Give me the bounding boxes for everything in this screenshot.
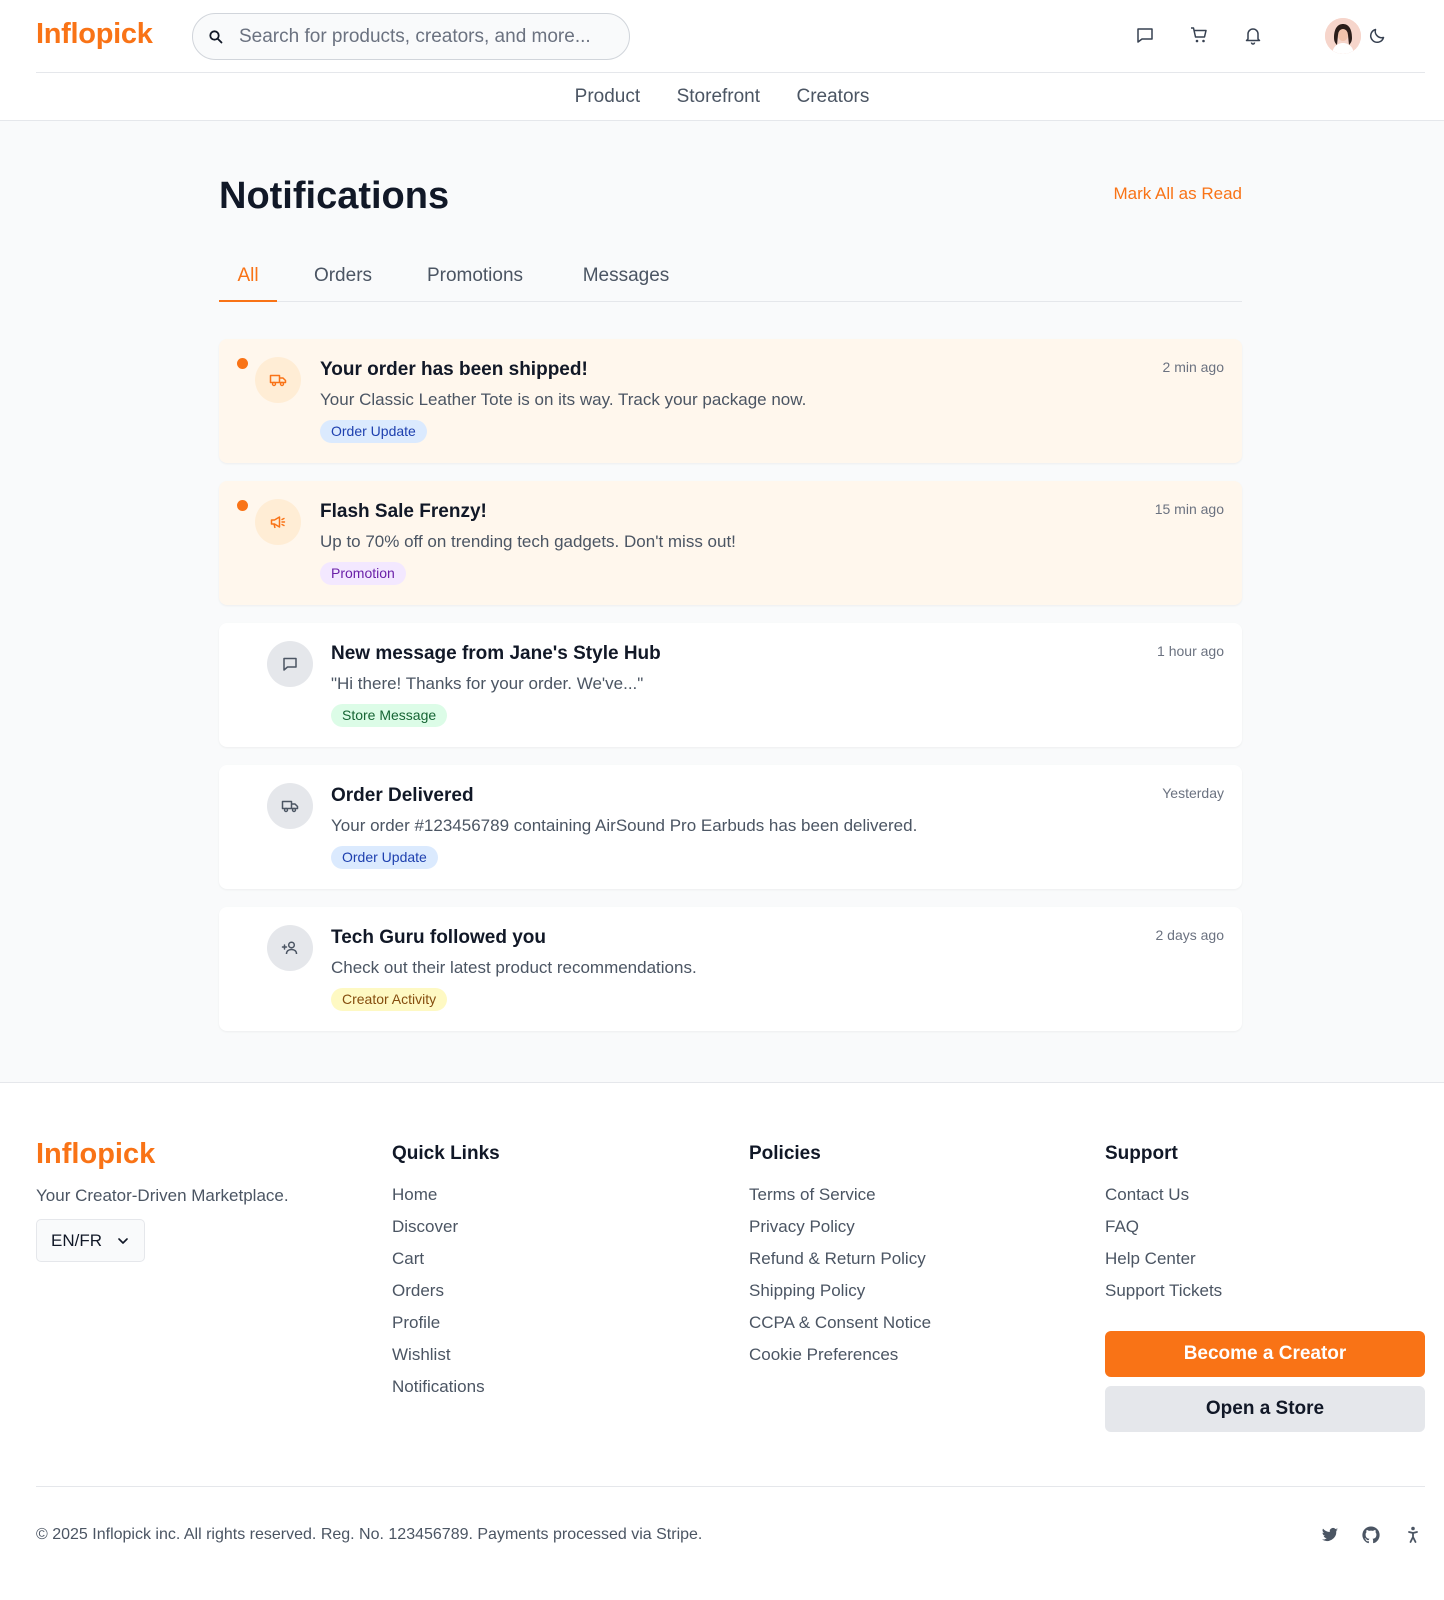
copyright-text: © 2025 Inflopick inc. All rights reserve… bbox=[36, 1526, 703, 1543]
notification-title: Your order has been shipped! bbox=[320, 359, 588, 380]
nav-item-storefront[interactable]: Storefront bbox=[677, 86, 760, 108]
main-nav: Product Storefront Creators bbox=[0, 73, 1444, 121]
language-select[interactable]: EN/FR bbox=[36, 1219, 145, 1262]
notification-card[interactable]: Flash Sale Frenzy! Up to 70% off on tren… bbox=[219, 481, 1242, 605]
notification-title: Tech Guru followed you bbox=[331, 927, 546, 948]
notification-time: 2 min ago bbox=[1162, 359, 1224, 375]
footer-link-contact[interactable]: Contact Us bbox=[1105, 1185, 1222, 1217]
tab-orders[interactable]: Orders bbox=[313, 256, 373, 302]
bell-icon[interactable] bbox=[1242, 24, 1264, 46]
footer-link-cart[interactable]: Cart bbox=[392, 1249, 500, 1281]
notification-body: Your Classic Leather Tote is on its way.… bbox=[320, 390, 807, 409]
footer-link-profile[interactable]: Profile bbox=[392, 1313, 500, 1345]
footer-link-home[interactable]: Home bbox=[392, 1185, 500, 1217]
github-icon[interactable] bbox=[1361, 1525, 1383, 1547]
notification-tag: Order Update bbox=[331, 846, 438, 869]
footer-link-notifications[interactable]: Notifications bbox=[392, 1377, 500, 1409]
footer-link-ccpa[interactable]: CCPA & Consent Notice bbox=[749, 1313, 931, 1345]
footer-link-help-center[interactable]: Help Center bbox=[1105, 1249, 1222, 1281]
footer-link-orders[interactable]: Orders bbox=[392, 1281, 500, 1313]
tab-promotions[interactable]: Promotions bbox=[426, 256, 524, 302]
footer-policies: Policies Terms of Service Privacy Policy… bbox=[749, 1143, 931, 1377]
unread-dot bbox=[237, 500, 248, 511]
footer-link-discover[interactable]: Discover bbox=[392, 1217, 500, 1249]
footer-link-cookies[interactable]: Cookie Preferences bbox=[749, 1345, 931, 1377]
footer-quick-links: Quick Links Home Discover Cart Orders Pr… bbox=[392, 1143, 500, 1409]
notification-time: 15 min ago bbox=[1154, 501, 1224, 517]
mark-all-read-button[interactable]: Mark All as Read bbox=[1114, 184, 1243, 204]
footer-link-faq[interactable]: FAQ bbox=[1105, 1217, 1222, 1249]
footer-link-support-tickets[interactable]: Support Tickets bbox=[1105, 1281, 1222, 1313]
footer-link-shipping[interactable]: Shipping Policy bbox=[749, 1281, 931, 1313]
footer-link-terms[interactable]: Terms of Service bbox=[749, 1185, 931, 1217]
become-creator-button[interactable]: Become a Creator bbox=[1105, 1331, 1425, 1377]
notification-time: 1 hour ago bbox=[1157, 643, 1224, 659]
language-value: EN/FR bbox=[51, 1231, 102, 1250]
search-bar[interactable] bbox=[192, 13, 630, 60]
truck-icon bbox=[267, 783, 313, 829]
notification-card[interactable]: New message from Jane's Style Hub "Hi th… bbox=[219, 623, 1242, 747]
nav-item-creators[interactable]: Creators bbox=[796, 86, 869, 108]
site-footer: Inflopick Your Creator-Driven Marketplac… bbox=[0, 1083, 1444, 1600]
notification-card[interactable]: Your order has been shipped! Your Classi… bbox=[219, 339, 1242, 463]
notification-tag: Store Message bbox=[331, 704, 448, 727]
user-plus-icon bbox=[267, 925, 313, 971]
search-icon bbox=[209, 30, 223, 44]
footer-link-refund[interactable]: Refund & Return Policy bbox=[749, 1249, 931, 1281]
footer-link-wishlist[interactable]: Wishlist bbox=[392, 1345, 500, 1377]
notification-body: "Hi there! Thanks for your order. We've.… bbox=[331, 674, 644, 693]
twitter-icon[interactable] bbox=[1320, 1525, 1342, 1547]
page-title: Notifications bbox=[219, 175, 450, 217]
notification-time: 2 days ago bbox=[1155, 927, 1225, 943]
header-top-bar: Inflopick bbox=[36, 0, 1425, 73]
search-input[interactable] bbox=[239, 24, 619, 50]
footer-column-title: Quick Links bbox=[392, 1143, 500, 1164]
footer-column-title: Policies bbox=[749, 1143, 821, 1164]
brand-logo[interactable]: Inflopick bbox=[36, 18, 153, 51]
footer-support: Support Contact Us FAQ Help Center Suppo… bbox=[1105, 1143, 1222, 1313]
message-icon bbox=[267, 641, 313, 687]
megaphone-icon bbox=[255, 499, 301, 545]
tab-all[interactable]: All bbox=[219, 256, 277, 302]
notification-tabs: All Orders Promotions Messages bbox=[219, 256, 1242, 302]
footer-link-privacy[interactable]: Privacy Policy bbox=[749, 1217, 931, 1249]
footer-tagline: Your Creator-Driven Marketplace. bbox=[36, 1186, 289, 1205]
open-store-button[interactable]: Open a Store bbox=[1105, 1386, 1425, 1432]
message-icon[interactable] bbox=[1134, 24, 1156, 46]
accessibility-icon[interactable] bbox=[1403, 1525, 1425, 1547]
notification-body: Check out their latest product recommend… bbox=[331, 958, 697, 977]
moon-icon[interactable] bbox=[1367, 24, 1389, 46]
unread-dot bbox=[237, 358, 248, 369]
nav-item-product[interactable]: Product bbox=[575, 86, 640, 108]
footer-divider bbox=[36, 1486, 1425, 1487]
truck-icon bbox=[255, 357, 301, 403]
notification-card[interactable]: Tech Guru followed you Check out their l… bbox=[219, 907, 1242, 1031]
cart-icon[interactable] bbox=[1188, 24, 1210, 46]
notifications-page: Notifications Mark All as Read All Order… bbox=[0, 121, 1444, 1083]
notification-tag: Promotion bbox=[320, 562, 406, 585]
notification-title: Flash Sale Frenzy! bbox=[320, 501, 487, 522]
notification-title: Order Delivered bbox=[331, 785, 474, 806]
footer-column-title: Support bbox=[1105, 1143, 1178, 1164]
site-header: Inflopick Product Storefront Creators bbox=[0, 0, 1444, 121]
avatar[interactable] bbox=[1325, 18, 1361, 54]
notification-body: Up to 70% off on trending tech gadgets. … bbox=[320, 532, 736, 551]
notification-card[interactable]: Order Delivered Your order #123456789 co… bbox=[219, 765, 1242, 889]
notification-time: Yesterday bbox=[1162, 785, 1224, 801]
footer-logo[interactable]: Inflopick bbox=[36, 1138, 155, 1171]
notification-title: New message from Jane's Style Hub bbox=[331, 643, 661, 664]
notification-tag: Order Update bbox=[320, 420, 427, 443]
tab-messages[interactable]: Messages bbox=[581, 256, 671, 302]
notification-tag: Creator Activity bbox=[331, 988, 448, 1011]
notification-body: Your order #123456789 containing AirSoun… bbox=[331, 816, 918, 835]
chevron-down-icon bbox=[118, 1238, 128, 1244]
